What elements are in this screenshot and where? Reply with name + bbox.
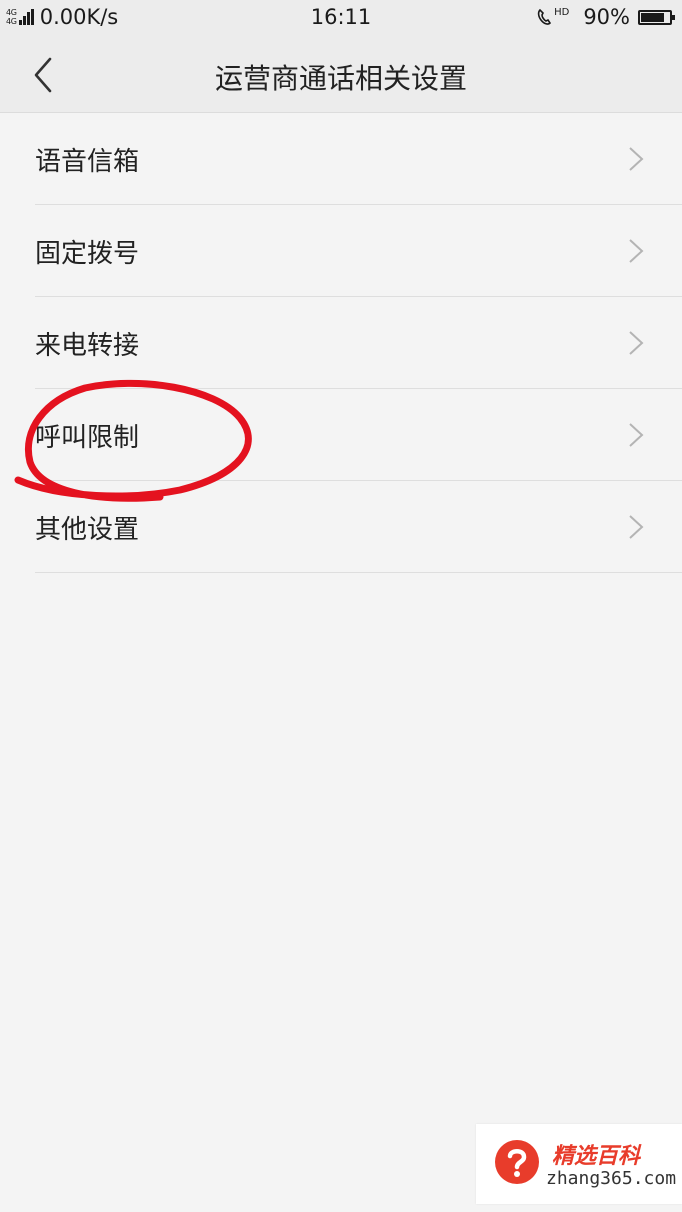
menu-item-label: 固定拨号 <box>35 239 140 269</box>
chevron-right-icon <box>629 147 644 171</box>
settings-list: 语音信箱 固定拨号 来电转接 呼叫限制 其他设置 <box>0 113 682 573</box>
menu-item-label: 语音信箱 <box>35 147 140 177</box>
hd-label: HD <box>554 7 570 18</box>
menu-item-call-forwarding[interactable]: 来电转接 <box>0 297 682 389</box>
chevron-right-icon <box>629 239 644 263</box>
chevron-right-icon <box>629 423 644 447</box>
question-mark-icon <box>495 1140 539 1184</box>
watermark-logo: 精选百科 zhang365.com <box>476 1124 682 1204</box>
menu-item-fixed-dialing[interactable]: 固定拨号 <box>0 205 682 297</box>
menu-item-call-barring[interactable]: 呼叫限制 <box>0 389 682 481</box>
menu-item-voicemail[interactable]: 语音信箱 <box>0 113 682 205</box>
menu-item-label: 来电转接 <box>35 331 140 361</box>
app-header: 运营商通话相关设置 <box>0 36 682 113</box>
status-bar: 4G 4G 0.00K/s 16:11 HD 90% <box>0 0 682 36</box>
battery-percent: 90% <box>583 5 630 29</box>
status-right: HD 90% <box>536 5 675 29</box>
battery-icon <box>638 9 675 25</box>
menu-item-label: 呼叫限制 <box>35 423 140 453</box>
hd-call-icon: HD <box>536 7 569 27</box>
watermark-title: 精选百科 <box>552 1144 641 1169</box>
divider <box>35 572 682 573</box>
battery-fill <box>641 12 665 22</box>
chevron-right-icon <box>629 331 644 355</box>
page-title: 运营商通话相关设置 <box>214 62 467 95</box>
menu-item-other-settings[interactable]: 其他设置 <box>0 481 682 573</box>
menu-item-label: 其他设置 <box>35 515 140 545</box>
chevron-right-icon <box>629 515 644 539</box>
watermark-domain: zhang365.com <box>546 1168 677 1189</box>
